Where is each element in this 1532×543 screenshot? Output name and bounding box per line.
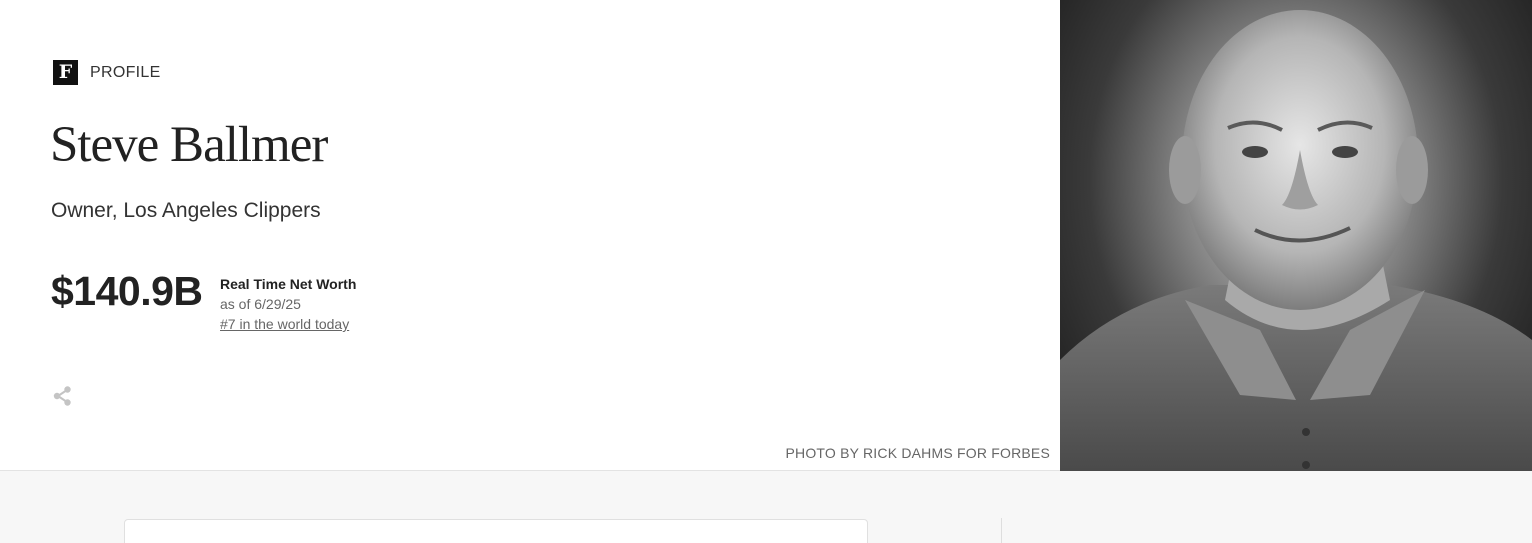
world-rank-link[interactable]: #7 in the world today	[220, 316, 356, 332]
profile-section-label: F PROFILE	[53, 60, 161, 85]
profile-hero: F PROFILE Steve Ballmer Owner, Los Angel…	[0, 0, 1532, 471]
column-divider	[1001, 518, 1002, 543]
person-title: Owner, Los Angeles Clippers	[51, 199, 321, 222]
person-name: Steve Ballmer	[50, 117, 328, 173]
photo-credit: PHOTO BY RICK DAHMS FOR FORBES	[785, 445, 1050, 461]
net-worth-date: as of 6/29/25	[220, 296, 301, 312]
portrait-illustration	[1060, 10, 1532, 471]
share-icon[interactable]	[52, 385, 74, 407]
profile-label-text: PROFILE	[90, 63, 161, 81]
share-icon-graphic	[53, 386, 71, 406]
content-area	[0, 471, 1532, 543]
net-worth-meta: Real Time Net Worth as of 6/29/25 #7 in …	[220, 276, 356, 332]
content-card	[124, 519, 868, 543]
net-worth-value: $140.9B	[51, 268, 203, 314]
profile-photo	[1060, 0, 1532, 471]
net-worth-label: Real Time Net Worth	[220, 276, 357, 292]
forbes-f-logo-icon[interactable]: F	[53, 60, 78, 85]
